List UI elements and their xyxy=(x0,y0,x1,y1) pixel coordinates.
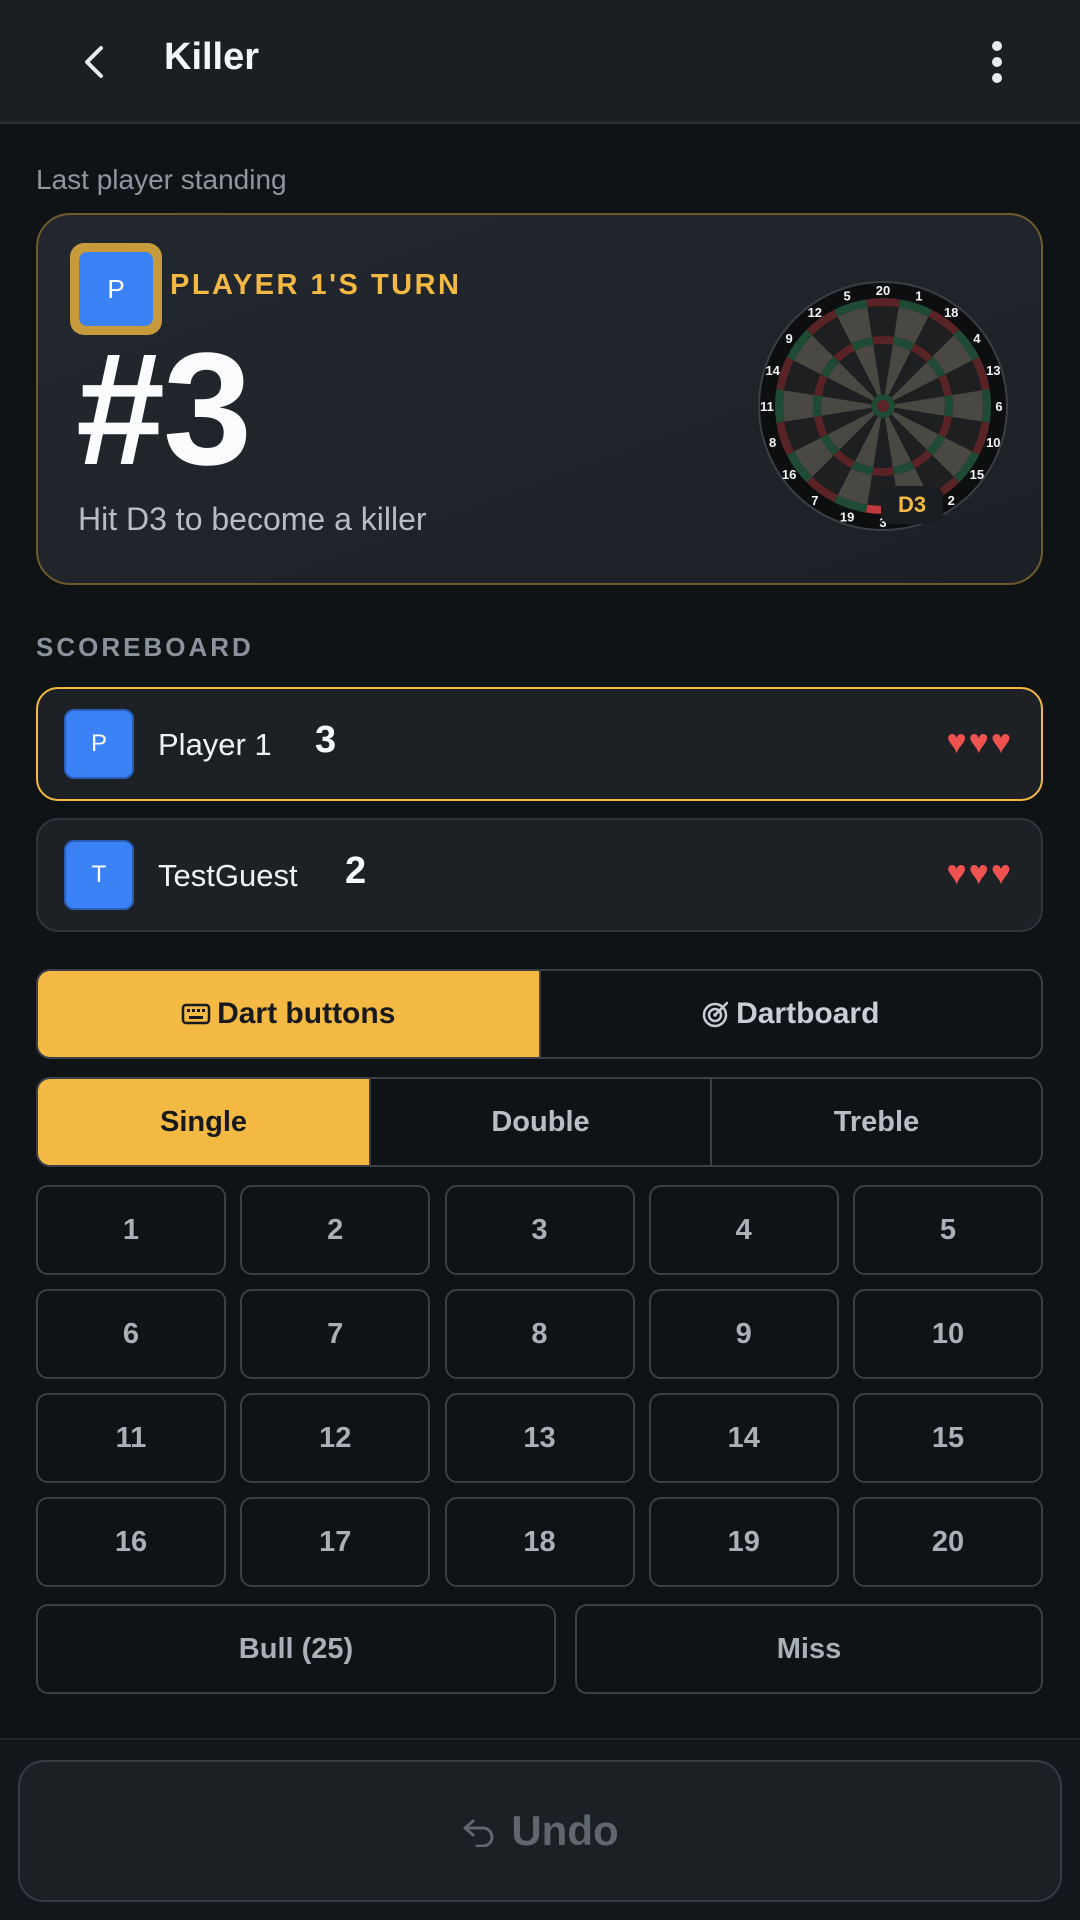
number-button-10[interactable]: 10 xyxy=(853,1289,1043,1379)
undo-label: Undo xyxy=(511,1807,619,1854)
dart-buttons-label: Dart buttons xyxy=(217,997,396,1030)
undo-button[interactable]: Undo xyxy=(18,1760,1062,1902)
number-button-15[interactable]: 15 xyxy=(853,1393,1043,1483)
player-number: 3 xyxy=(315,719,337,761)
turn-label: PLAYER 1'S TURN xyxy=(170,269,462,301)
dartboard-tab[interactable]: Dartboard xyxy=(538,971,1041,1057)
target-badge: D3 xyxy=(881,486,943,524)
input-mode-toggle: Dart buttons Dartboard xyxy=(36,969,1043,1059)
board-number-label: 1 xyxy=(915,289,922,304)
number-button-11[interactable]: 11 xyxy=(36,1393,226,1483)
game-subtitle: Last player standing xyxy=(36,164,287,195)
number-pad: 1 2 3 4 5 6 7 8 9 10 11 12 13 14 15 16 1… xyxy=(36,1185,1043,1587)
target-number: #3 xyxy=(76,319,252,498)
more-options-button[interactable] xyxy=(970,30,1024,94)
number-button-17[interactable]: 17 xyxy=(240,1497,431,1587)
player-name: TestGuest xyxy=(158,858,298,893)
number-button-14[interactable]: 14 xyxy=(648,1393,839,1483)
player-number: 2 xyxy=(345,850,367,892)
target-icon xyxy=(702,1001,729,1028)
number-button-7[interactable]: 7 xyxy=(240,1289,431,1379)
chevron-left-icon xyxy=(85,46,103,78)
board-number-label: 13 xyxy=(986,363,1000,378)
dartboard-label: Dartboard xyxy=(736,997,880,1030)
avatar: P xyxy=(64,709,134,779)
number-button-2[interactable]: 2 xyxy=(240,1185,431,1275)
lives-hearts: ♥♥♥ xyxy=(946,723,1013,761)
board-number-label: 5 xyxy=(844,289,851,304)
turn-hint: Hit D3 to become a killer xyxy=(78,501,427,537)
board-number-label: 12 xyxy=(808,305,822,320)
board-number-label: 4 xyxy=(973,331,981,346)
board-number-label: 10 xyxy=(986,435,1000,450)
scoreboard-heading: SCOREBOARD xyxy=(36,632,254,662)
number-button-20[interactable]: 20 xyxy=(853,1497,1043,1587)
scoreboard-row: P Player 1 3 ♥♥♥ xyxy=(36,687,1043,801)
page-title: Killer xyxy=(164,36,260,78)
dart-buttons-tab[interactable]: Dart buttons xyxy=(38,971,539,1057)
multiplier-toggle: Single Double Treble xyxy=(36,1077,1043,1167)
board-number-label: 14 xyxy=(765,363,780,378)
avatar: T xyxy=(64,840,134,910)
player-name: Player 1 xyxy=(158,727,272,762)
number-button-8[interactable]: 8 xyxy=(444,1289,635,1379)
single-option[interactable]: Single xyxy=(38,1079,369,1165)
board-number-label: 7 xyxy=(811,493,818,508)
undo-icon xyxy=(463,1819,494,1847)
lives-hearts: ♥♥♥ xyxy=(946,854,1013,892)
number-button-4[interactable]: 4 xyxy=(648,1185,839,1275)
board-number-label: 15 xyxy=(970,467,984,482)
board-number-label: 2 xyxy=(948,493,955,508)
dartboard-preview: 2011841361015217319716811149125 D3 xyxy=(738,261,1028,551)
number-button-16[interactable]: 16 xyxy=(36,1497,226,1587)
board-number-label: 11 xyxy=(760,399,774,414)
number-button-5[interactable]: 5 xyxy=(853,1185,1043,1275)
app-bar: Killer xyxy=(0,0,1080,124)
board-number-label: 9 xyxy=(786,331,793,346)
treble-option[interactable]: Treble xyxy=(710,1079,1041,1165)
number-button-18[interactable]: 18 xyxy=(444,1497,635,1587)
number-button-1[interactable]: 1 xyxy=(36,1185,226,1275)
board-number-label: 6 xyxy=(995,399,1002,414)
number-button-6[interactable]: 6 xyxy=(36,1289,226,1379)
number-button-13[interactable]: 13 xyxy=(444,1393,635,1483)
scoreboard-row: T TestGuest 2 ♥♥♥ xyxy=(36,818,1043,932)
board-number-label: 19 xyxy=(840,509,854,524)
current-player-initial: P xyxy=(79,252,153,326)
board-number-label: 18 xyxy=(944,305,958,320)
bottom-bar: Undo xyxy=(0,1738,1080,1920)
number-button-3[interactable]: 3 xyxy=(444,1185,635,1275)
number-button-12[interactable]: 12 xyxy=(240,1393,431,1483)
more-vertical-icon xyxy=(992,41,1002,83)
board-number-label: 16 xyxy=(782,467,796,482)
miss-button[interactable]: Miss xyxy=(575,1604,1043,1694)
board-number-label: 20 xyxy=(876,283,890,298)
double-option[interactable]: Double xyxy=(369,1079,710,1165)
number-button-9[interactable]: 9 xyxy=(648,1289,839,1379)
back-button[interactable] xyxy=(66,30,122,94)
number-button-19[interactable]: 19 xyxy=(648,1497,839,1587)
keyboard-icon xyxy=(181,1003,211,1025)
board-number-label: 8 xyxy=(769,435,776,450)
turn-card: P PLAYER 1'S TURN #3 Hit D3 to become a … xyxy=(36,213,1043,585)
bull-button[interactable]: Bull (25) xyxy=(36,1604,556,1694)
